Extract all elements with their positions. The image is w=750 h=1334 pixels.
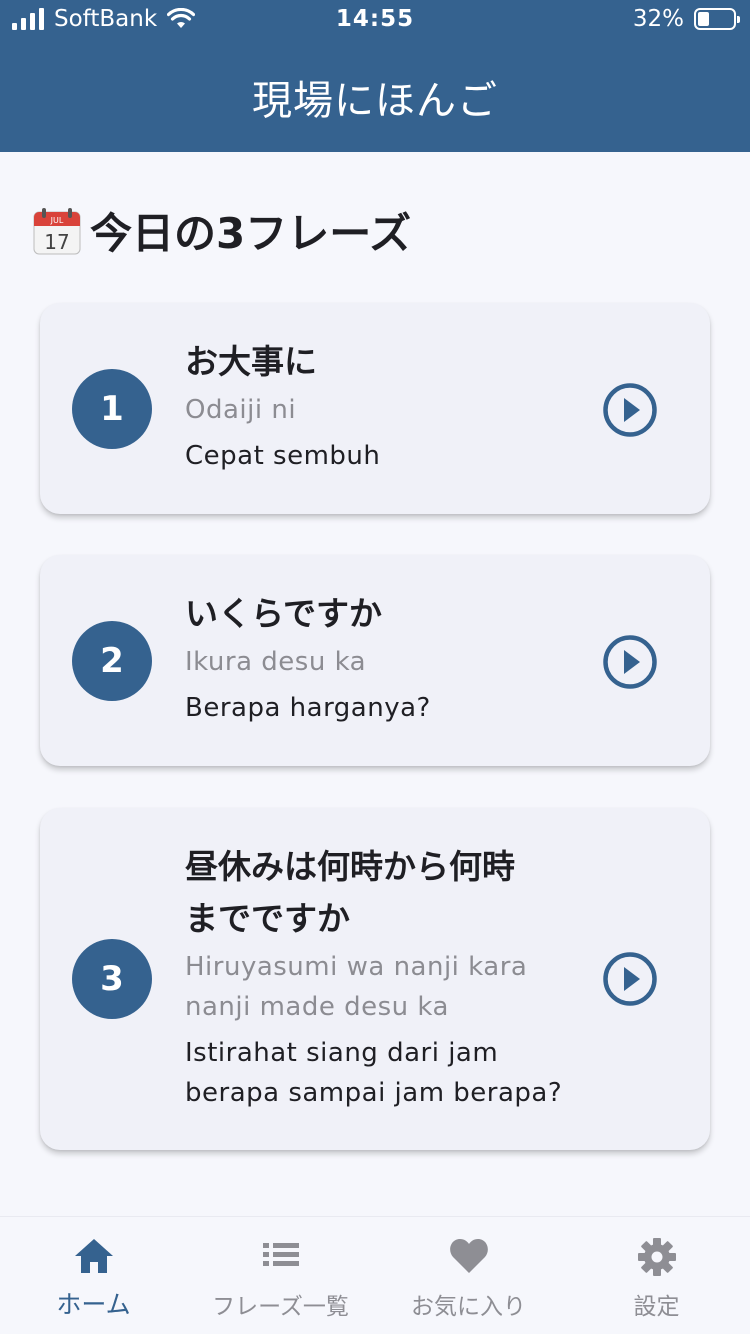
tab-label: ホーム	[56, 1290, 131, 1319]
tab-label: フレーズ一覧	[212, 1294, 349, 1320]
phrase-card[interactable]: 1 お大事に Odaiji ni Cepat sembuh	[40, 303, 710, 514]
phrase-number-badge: 3	[72, 939, 152, 1019]
phrase-japanese: お大事に	[185, 342, 317, 381]
tab-settings[interactable]: 設定	[563, 1217, 750, 1334]
tab-phrase-list[interactable]: フレーズ一覧	[187, 1217, 374, 1334]
gear-icon	[637, 1238, 676, 1276]
phrase-number-badge: 1	[72, 369, 152, 449]
tab-bar: ホーム フレーズ一覧 お気に入り 設定	[0, 1216, 750, 1334]
battery-icon	[694, 8, 740, 30]
status-bar: SoftBank 14:55 32%	[0, 0, 750, 40]
calendar-icon: JUL 17	[33, 207, 81, 254]
battery-level	[698, 12, 709, 26]
phrase-japanese-line-2: までですか	[185, 899, 350, 938]
phrase-card[interactable]: 3 昼休みは何時から何時 までですか Hiruyasumi wa nanji k…	[40, 808, 710, 1150]
battery-percent: 32%	[632, 6, 684, 32]
phrase-translation-line-1: Istirahat siang dari jam	[185, 1038, 499, 1068]
phrase-romaji: Odaiji ni	[185, 395, 297, 425]
phrase-text: いくらですか Ikura desu ka Berapa harganya?	[185, 588, 585, 728]
tab-label: お気に入り	[411, 1294, 526, 1320]
phrase-translation: Cepat sembuh	[185, 441, 381, 471]
section-title: 今日の3フレーズ	[90, 209, 412, 258]
phrase-romaji-line-2: nanji made desu ka	[185, 992, 449, 1022]
list-icon	[262, 1243, 299, 1266]
phrase-text: 昼休みは何時から何時 までですか Hiruyasumi wa nanji kar…	[185, 841, 585, 1113]
heart-icon	[449, 1239, 488, 1273]
phrase-translation: Berapa harganya?	[185, 693, 431, 723]
tab-favorites[interactable]: お気に入り	[375, 1217, 562, 1334]
tab-home[interactable]: ホーム	[0, 1217, 187, 1334]
tab-label: 設定	[633, 1294, 680, 1320]
play-icon[interactable]	[602, 382, 658, 438]
calendar-day: 17	[44, 230, 69, 254]
phrase-japanese: いくらですか	[185, 594, 383, 633]
section-heading: JUL 17 今日の3フレーズ	[32, 200, 411, 261]
phrase-translation-line-2: berapa sampai jam berapa?	[185, 1078, 563, 1108]
play-icon[interactable]	[602, 951, 658, 1007]
app-header: SoftBank 14:55 32% 現場にほんご	[0, 0, 750, 152]
status-right: 32%	[632, 6, 740, 32]
phrase-card[interactable]: 2 いくらですか Ikura desu ka Berapa harganya?	[40, 555, 710, 766]
phrase-romaji-line-1: Hiruyasumi wa nanji kara	[185, 952, 528, 982]
battery-cap	[737, 16, 740, 23]
app-title: 現場にほんご	[252, 78, 498, 124]
phrase-romaji: Ikura desu ka	[185, 647, 367, 677]
calendar-month: JUL	[50, 216, 64, 225]
phrase-japanese-line-1: 昼休みは何時から何時	[185, 847, 515, 886]
home-icon	[74, 1239, 113, 1273]
phrase-text: お大事に Odaiji ni Cepat sembuh	[185, 336, 585, 476]
play-icon[interactable]	[602, 634, 658, 690]
phrase-number-badge: 2	[72, 621, 152, 701]
